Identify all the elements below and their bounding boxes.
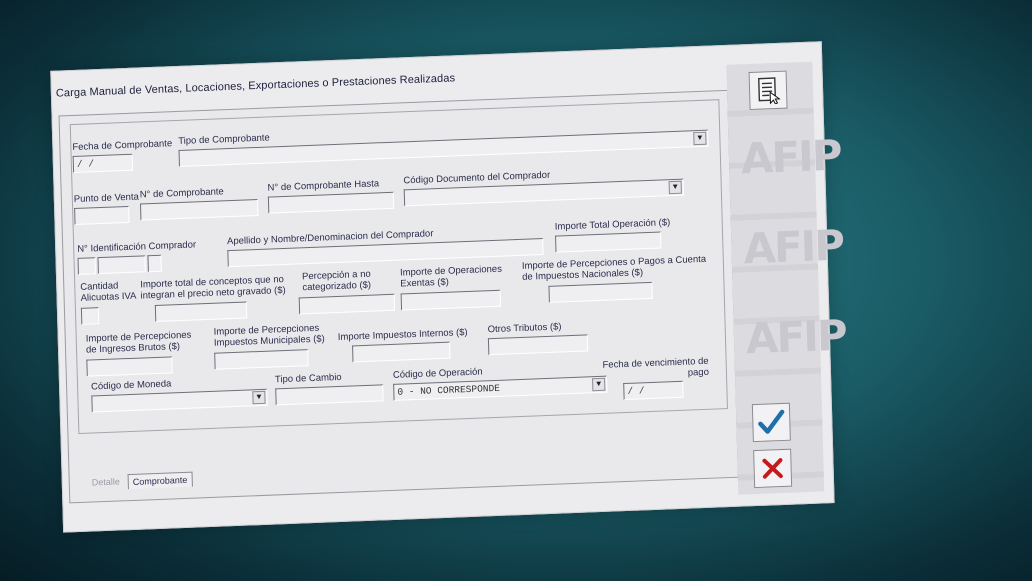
percepcion-no-categorizado-label: Percepción a no categorizado ($) bbox=[301, 268, 372, 294]
percepciones-iibb-label: Importe de Percepciones de Ingresos Brut… bbox=[85, 329, 192, 356]
fecha-comprobante-field[interactable]: / / bbox=[72, 153, 134, 174]
document-button[interactable] bbox=[748, 70, 788, 111]
form-panel: Fecha de Comprobante / / Tipo de Comprob… bbox=[58, 89, 739, 504]
document-icon bbox=[758, 77, 781, 105]
window-title: Carga Manual de Ventas, Locaciones, Expo… bbox=[55, 72, 456, 100]
importe-exentas-label: Importe de Operaciones Exentas ($) bbox=[399, 263, 503, 290]
cantidad-alicuotas-label: Cantidad Alicuotas IVA bbox=[80, 280, 137, 304]
chevron-down-icon[interactable]: ▼ bbox=[252, 390, 266, 405]
nro-identificacion-dv-field[interactable] bbox=[147, 254, 162, 273]
percepciones-iibb-field[interactable] bbox=[86, 356, 173, 377]
afip-watermark: AFIP bbox=[740, 130, 842, 184]
confirm-check-icon bbox=[758, 409, 785, 434]
confirm-button[interactable] bbox=[751, 402, 791, 443]
percepciones-municipales-label: Importe de Percepciones Impuestos Munici… bbox=[213, 322, 325, 349]
tab-detalle[interactable]: Detalle bbox=[88, 474, 124, 489]
toolbar-sidebar: AFIP AFIP AFIP bbox=[726, 61, 846, 495]
afip-watermark: AFIP bbox=[742, 220, 844, 274]
tab-comprobante[interactable]: Comprobante bbox=[127, 471, 193, 490]
cancel-button[interactable] bbox=[753, 448, 793, 489]
nro-identificacion-tipo-field[interactable] bbox=[77, 257, 96, 275]
monitor-screen: Carga Manual de Ventas, Locaciones, Expo… bbox=[20, 31, 846, 533]
fecha-vencimiento-label: Fecha de vencimiento de pago bbox=[602, 355, 710, 379]
punto-venta-field[interactable] bbox=[74, 205, 130, 226]
nro-identificacion-field[interactable] bbox=[97, 255, 146, 275]
cantidad-alicuotas-field[interactable] bbox=[80, 307, 100, 325]
cancel-x-icon bbox=[762, 458, 783, 479]
chevron-down-icon[interactable]: ▼ bbox=[693, 131, 707, 146]
afip-watermark: AFIP bbox=[745, 310, 847, 364]
chevron-down-icon[interactable]: ▼ bbox=[668, 180, 682, 195]
percepciones-municipales-field[interactable] bbox=[214, 349, 309, 370]
app-window: Carga Manual de Ventas, Locaciones, Expo… bbox=[50, 41, 835, 533]
importe-no-integran-field[interactable] bbox=[154, 301, 248, 322]
fecha-vencimiento-field[interactable]: / / bbox=[623, 380, 684, 401]
